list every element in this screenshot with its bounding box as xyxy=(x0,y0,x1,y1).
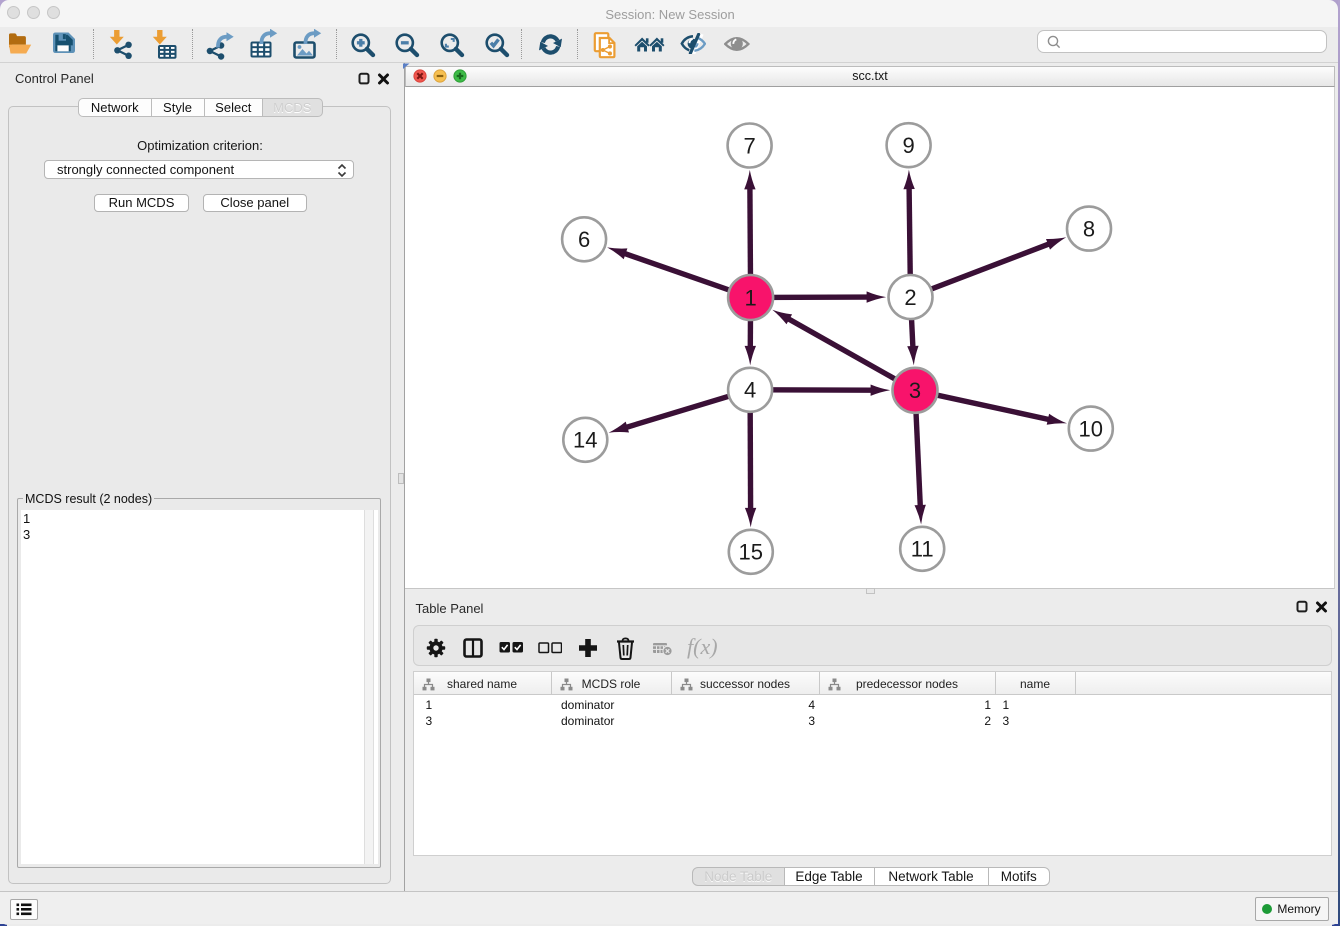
svg-text:2: 2 xyxy=(904,285,916,310)
svg-text:7: 7 xyxy=(743,133,755,158)
svg-text:14: 14 xyxy=(573,428,597,453)
svg-text:8: 8 xyxy=(1083,216,1095,241)
svg-text:15: 15 xyxy=(739,540,763,565)
svg-text:1: 1 xyxy=(744,285,756,310)
svg-text:6: 6 xyxy=(578,227,590,252)
svg-text:11: 11 xyxy=(911,537,934,562)
svg-text:4: 4 xyxy=(744,378,756,403)
svg-text:10: 10 xyxy=(1079,416,1103,441)
svg-text:9: 9 xyxy=(902,133,914,158)
svg-text:3: 3 xyxy=(909,378,921,403)
